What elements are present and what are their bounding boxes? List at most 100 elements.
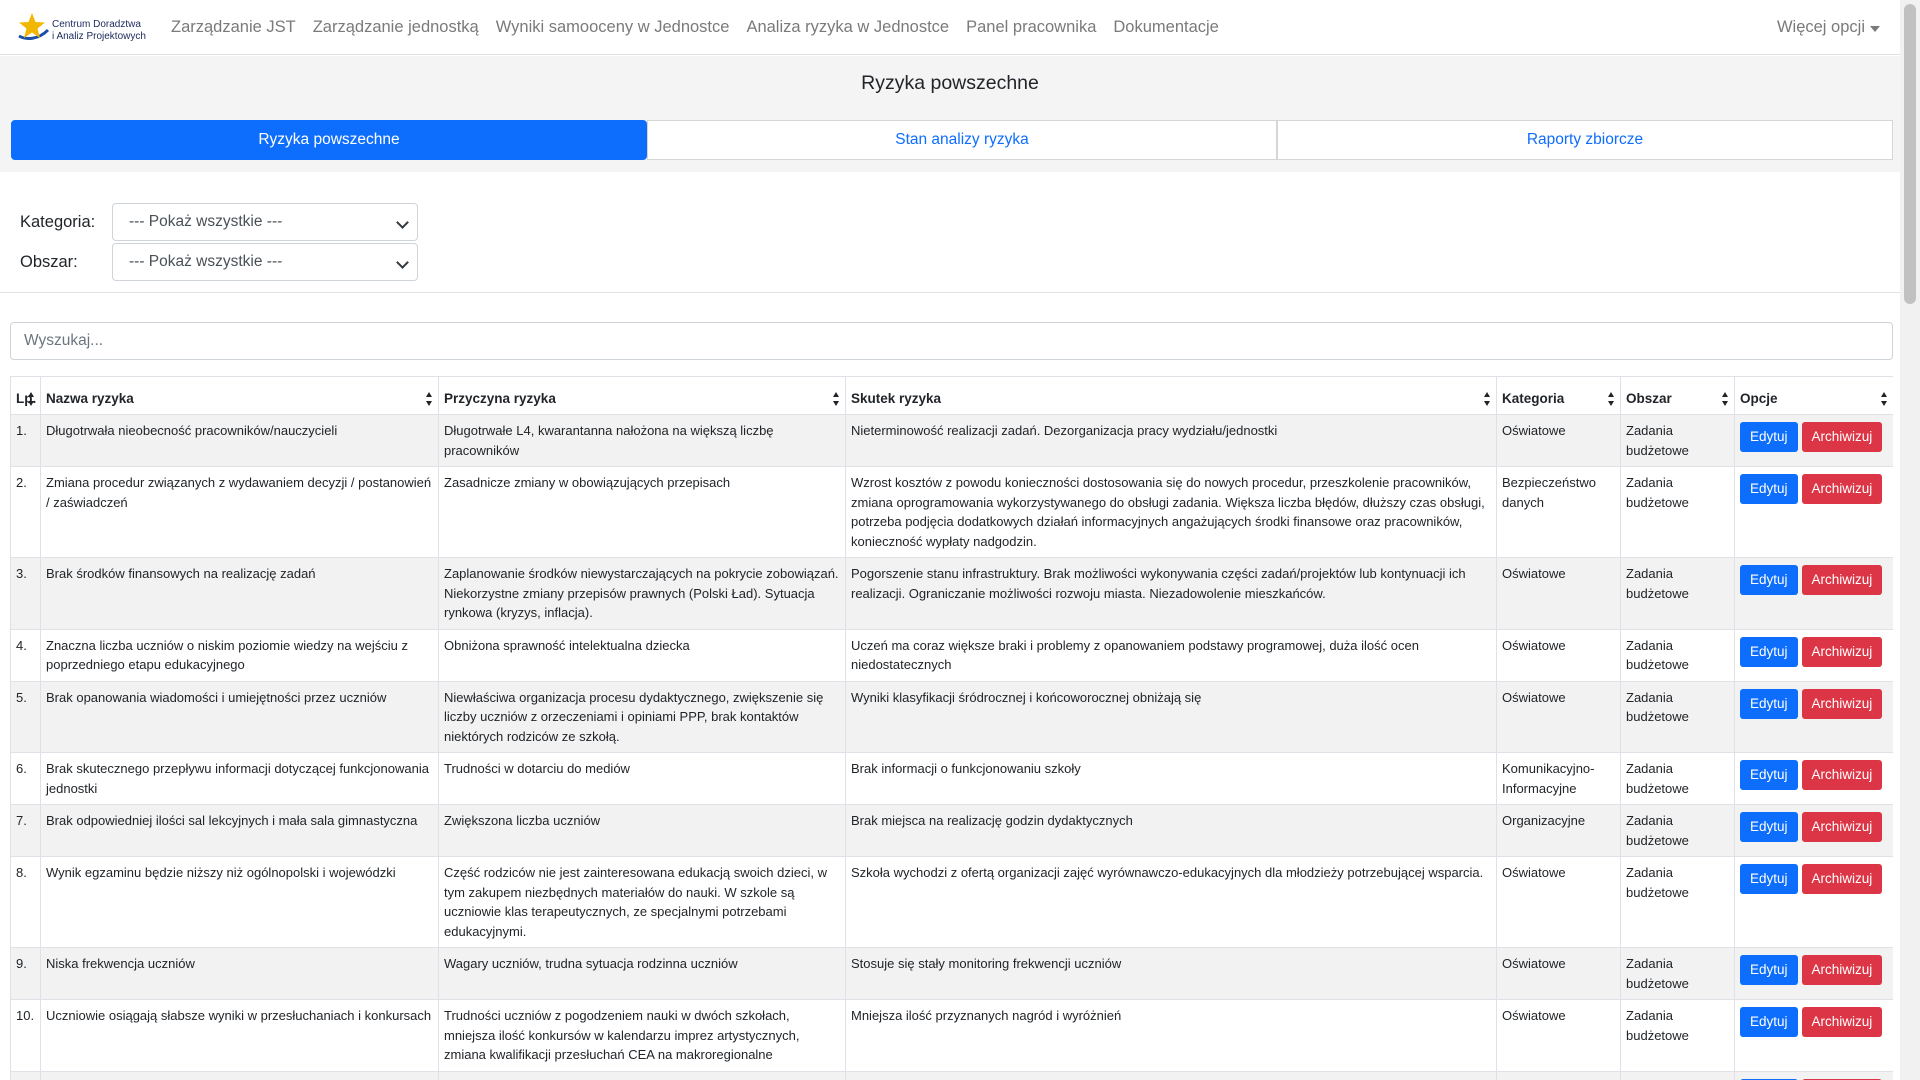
cell-cause: Zasadnicze zmiany w obowiązujących przep… [438, 466, 846, 558]
cell-name: Uczniowie osiągają słabsze wyniki w prze… [40, 999, 439, 1072]
scrollbar-thumb[interactable] [1904, 4, 1916, 304]
cell-effect: Stosuje się stały monitoring frekwencji … [845, 947, 1497, 1000]
archive-button[interactable]: Archiwizuj [1801, 1007, 1883, 1037]
sort-icon [1881, 392, 1888, 406]
cell-area: Zadania budżetowe [1620, 414, 1735, 467]
cell-lp: 8. [10, 856, 41, 948]
cell-area: Zadania budżetowe [1620, 466, 1735, 558]
page-title: Ryzyka powszechne [861, 71, 1039, 94]
cell-cause: Obniżona sprawność intelektualna dziecka [438, 628, 846, 682]
cell-area: Zadania budżetowe [1620, 804, 1735, 857]
archive-button[interactable]: Archiwizuj [1801, 760, 1883, 790]
cell-lp: 3. [10, 557, 41, 630]
table-row: 10. Uczniowie osiągają słabsze wyniki w p… [10, 999, 1893, 1072]
edit-button[interactable]: Edytuj [1740, 688, 1798, 719]
cell-options: EdytujArchiwizuj [1734, 856, 1893, 948]
cell-options: EdytujArchiwizuj [1734, 1070, 1893, 1080]
cell-effect: Szkoła wychodzi z ofertą organizacji zaj… [845, 856, 1497, 948]
cell-effect: Uczeń ma coraz większe braki i problemy … [845, 628, 1497, 682]
header-options[interactable]: Opcje [1734, 376, 1893, 415]
area-select[interactable]: --- Pokaż wszystkie --- [112, 243, 418, 281]
filters-panel: Kategoria: --- Pokaż wszystkie --- Obsza… [0, 172, 1900, 293]
table-header-row: Lp. Nazwa ryzyka Przyczyna ryzyka Skutek… [10, 376, 1893, 415]
nav-item-wyniki-samooceny[interactable]: Wyniki samooceny w Jednostce [496, 18, 730, 37]
sort-icon [1608, 392, 1615, 406]
table-row: 11.Większa ilość dzieci wymagających zap… [10, 1070, 1893, 1080]
cell-cause: Trudności w dotarciu do mediów [438, 752, 846, 805]
header-name[interactable]: Nazwa ryzyka [40, 376, 439, 415]
category-select[interactable]: --- Pokaż wszystkie --- [112, 203, 418, 241]
edit-button[interactable]: Edytuj [1740, 864, 1798, 894]
cell-lp: 9. [10, 947, 41, 1000]
edit-button[interactable]: Edytuj [1740, 422, 1798, 452]
nav-item-analiza-ryzyka[interactable]: Analiza ryzyka w Jednostce [746, 18, 949, 37]
cell-name: Większa ilość dzieci wymagających zapewn… [40, 1070, 439, 1080]
header-label: Kategoria [1502, 390, 1565, 406]
cell-cause: Trudności uczniów z pogodzeniem nauki w … [438, 999, 846, 1072]
cell-lp: 4. [10, 628, 41, 682]
archive-button[interactable]: Archiwizuj [1801, 474, 1883, 504]
cell-category: Oświatowe [1496, 628, 1621, 682]
cell-cause: Zaplanowanie środków niewystarczających … [438, 557, 846, 630]
archive-button[interactable]: Archiwizuj [1801, 955, 1883, 985]
nav-item-zarzadzanie-jst[interactable]: Zarządzanie JST [171, 18, 296, 37]
cell-effect: Wyniki klasyfikacji śródrocznej i końcow… [845, 680, 1497, 753]
archive-button[interactable]: Archiwizuj [1801, 636, 1883, 667]
tab-ryzyka-powszechne[interactable]: Ryzyka powszechne [11, 120, 647, 160]
header-area[interactable]: Obszar [1620, 376, 1735, 415]
chevron-down-icon [396, 216, 409, 229]
cell-cause: Wagary uczniów, trudna sytuacja rodzinna… [438, 947, 846, 1000]
tab-stan-analizy-ryzyka[interactable]: Stan analizy ryzyka [647, 120, 1277, 160]
edit-button[interactable]: Edytuj [1740, 1007, 1798, 1037]
cell-lp: 2. [10, 466, 41, 558]
cell-lp: 1. [10, 414, 41, 467]
cell-options: EdytujArchiwizuj [1734, 999, 1893, 1072]
cell-lp: 7. [10, 804, 41, 857]
search-input[interactable] [10, 322, 1893, 360]
cell-cause: Część rodziców nie jest zainteresowana e… [438, 856, 846, 948]
top-navbar: Centrum Doradztwa i Analiz Projektowych … [0, 0, 1900, 55]
tab-label: Raporty zbiorcze [1526, 131, 1644, 148]
header-effect[interactable]: Skutek ryzyka [845, 376, 1497, 415]
archive-button[interactable]: Archiwizuj [1801, 422, 1883, 452]
header-category[interactable]: Kategoria [1496, 376, 1621, 415]
edit-button[interactable]: Edytuj [1740, 474, 1798, 504]
brand-logo[interactable]: Centrum Doradztwa i Analiz Projektowych [16, 10, 152, 50]
nav-item-dokumentacje[interactable]: Dokumentacje [1113, 18, 1218, 37]
cell-name: Brak odpowiedniej ilości sal lekcyjnych … [40, 804, 439, 857]
category-select-value: --- Pokaż wszystkie --- [129, 213, 283, 230]
archive-button[interactable]: Archiwizuj [1801, 565, 1883, 595]
archive-button[interactable]: Archiwizuj [1801, 864, 1883, 894]
edit-button[interactable]: Edytuj [1740, 760, 1798, 790]
page-scrollbar[interactable] [1900, 0, 1920, 1080]
archive-button[interactable]: Archiwizuj [1801, 688, 1883, 719]
archive-button[interactable]: Archiwizuj [1801, 812, 1883, 842]
header-lp[interactable]: Lp. [10, 376, 41, 415]
area-label: Obszar: [20, 253, 78, 271]
header-cause[interactable]: Przyczyna ryzyka [438, 376, 846, 415]
cell-effect: Wzrost kosztów z powodu konieczności dos… [845, 466, 1497, 558]
cell-options: EdytujArchiwizuj [1734, 466, 1893, 558]
cell-name: Brak opanowania wiadomości i umiejętnośc… [40, 680, 439, 753]
cell-category: Oświatowe [1496, 856, 1621, 948]
header-label: Opcje [1740, 390, 1778, 406]
cell-cause: Zwiększona liczba uczniów [438, 804, 846, 857]
sort-icon [426, 392, 433, 406]
cell-area: Zadania [1620, 1070, 1735, 1080]
more-options-dropdown[interactable]: Więcej opcji [1777, 0, 1880, 55]
more-options-label: Więcej opcji [1776, 18, 1865, 36]
category-label: Kategoria: [20, 213, 96, 231]
cell-lp: 5. [10, 680, 41, 753]
tab-raporty-zbiorcze[interactable]: Raporty zbiorcze [1277, 120, 1893, 160]
nav-item-panel-pracownika[interactable]: Panel pracownika [966, 18, 1096, 37]
cell-area: Zadania budżetowe [1620, 947, 1735, 1000]
header-label: Skutek ryzyka [851, 390, 942, 406]
edit-button[interactable]: Edytuj [1740, 636, 1798, 667]
sort-icon [28, 392, 35, 406]
main-nav: Zarządzanie JST Zarządzanie jednostką Wy… [171, 0, 1236, 55]
nav-item-zarzadzanie-jednostka[interactable]: Zarządzanie jednostką [313, 18, 479, 37]
area-select-value: --- Pokaż wszystkie --- [129, 253, 283, 270]
edit-button[interactable]: Edytuj [1740, 955, 1798, 985]
edit-button[interactable]: Edytuj [1740, 812, 1798, 842]
edit-button[interactable]: Edytuj [1740, 565, 1798, 595]
